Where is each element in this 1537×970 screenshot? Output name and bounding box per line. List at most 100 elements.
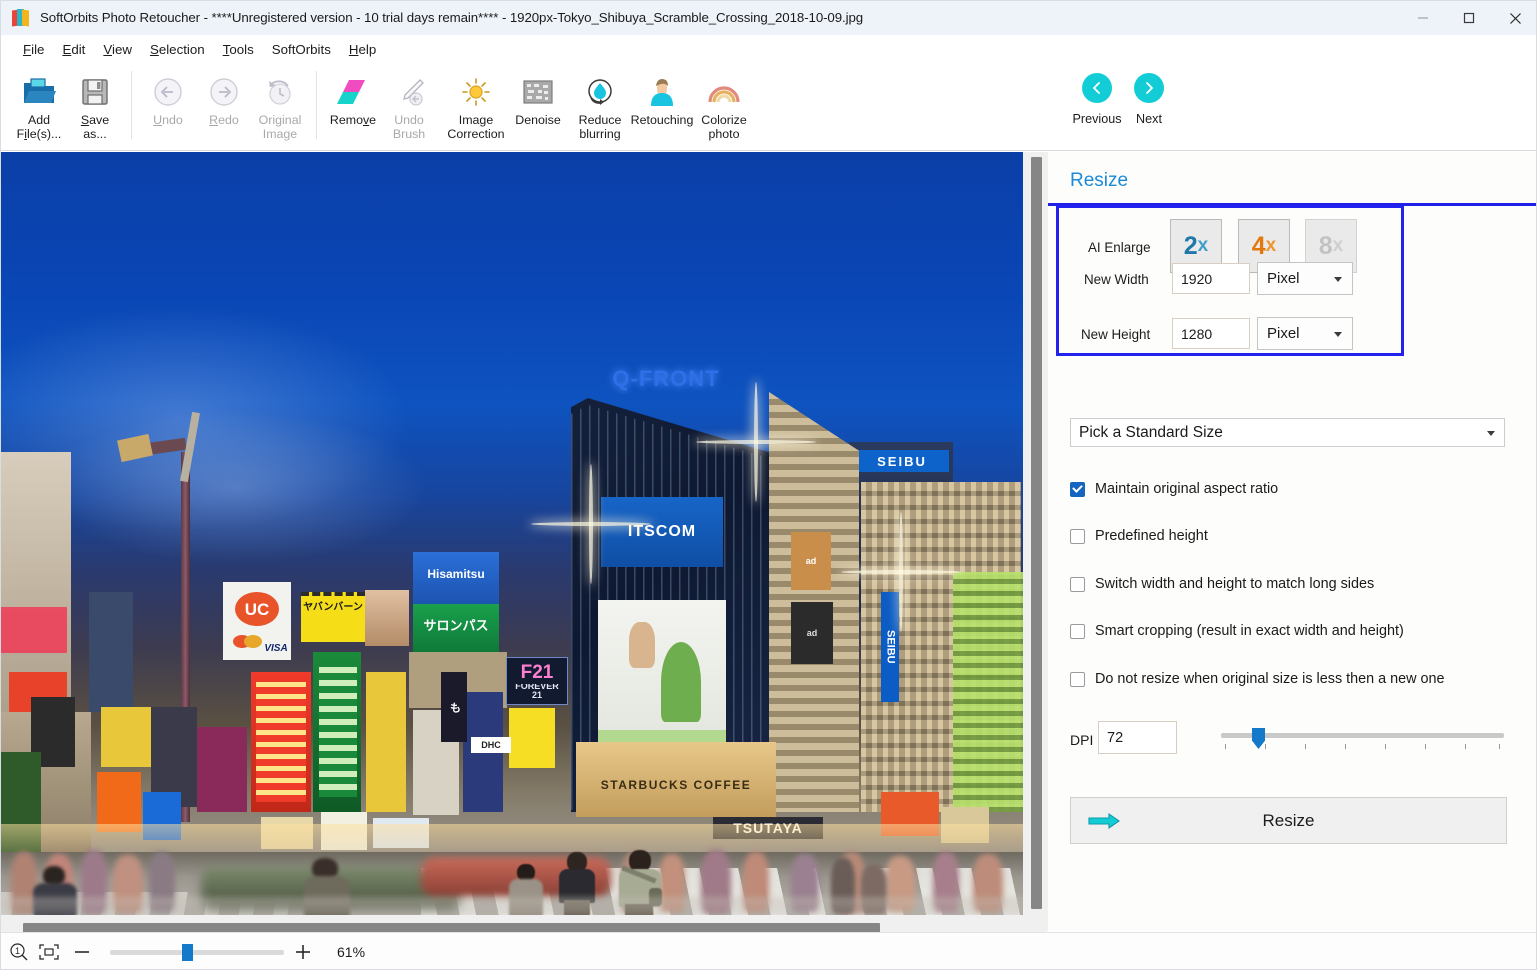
dpi-slider-thumb[interactable] bbox=[1252, 728, 1265, 749]
checkbox-box[interactable] bbox=[1070, 624, 1085, 639]
denoise-button[interactable]: Denoise bbox=[507, 67, 569, 147]
reduce-blurring-button[interactable]: Reduceblurring bbox=[569, 67, 631, 147]
floppy-disk-icon bbox=[80, 72, 110, 112]
redo-button[interactable]: Redo bbox=[196, 67, 252, 147]
clock-history-icon bbox=[264, 72, 296, 112]
zoom-one-to-one-icon[interactable]: 1 bbox=[9, 942, 29, 962]
new-height-label: New Height bbox=[1081, 327, 1150, 342]
zoom-out-icon[interactable] bbox=[73, 945, 91, 959]
navigation-group: Previous Next bbox=[1071, 67, 1175, 149]
denoise-grid-icon bbox=[522, 72, 554, 112]
vertical-scrollbar[interactable] bbox=[1027, 152, 1046, 915]
zoom-slider-thumb[interactable] bbox=[182, 944, 193, 961]
menu-item-softorbits[interactable]: SoftOrbits bbox=[263, 40, 340, 59]
checkbox-maintain-aspect-ratio[interactable]: Maintain original aspect ratio bbox=[1070, 481, 1278, 497]
status-bar: 1 61% bbox=[1, 932, 1537, 970]
image-correction-button[interactable]: ImageCorrection bbox=[445, 67, 507, 147]
next-label: Next bbox=[1136, 112, 1162, 126]
new-width-input[interactable]: 1920 bbox=[1172, 263, 1250, 294]
checkbox-box[interactable] bbox=[1070, 529, 1085, 544]
checkbox-box[interactable] bbox=[1070, 672, 1085, 687]
rainbow-arc-icon bbox=[707, 72, 741, 112]
checkbox-switch-width-height[interactable]: Switch width and height to match long si… bbox=[1070, 576, 1374, 592]
checkbox-do-not-resize[interactable]: Do not resize when original size is less… bbox=[1070, 671, 1445, 687]
next-button[interactable]: Next bbox=[1123, 67, 1175, 147]
close-button[interactable] bbox=[1492, 1, 1537, 35]
zoom-in-icon[interactable] bbox=[294, 943, 312, 961]
undo-brush-button[interactable]: UndoBrush bbox=[381, 67, 437, 147]
original-image-button[interactable]: OriginalImage bbox=[252, 67, 308, 147]
person-portrait-icon bbox=[646, 72, 678, 112]
menu-item-file[interactable]: File bbox=[14, 40, 53, 59]
menu-item-view[interactable]: View bbox=[94, 40, 141, 59]
toolbar-divider-1 bbox=[131, 71, 132, 139]
remove-marker-icon bbox=[336, 72, 370, 112]
chevron-down-icon bbox=[1334, 277, 1342, 282]
retouching-label: Retouching bbox=[631, 113, 694, 127]
arrow-right-icon bbox=[1087, 811, 1121, 836]
new-height-unit-select[interactable]: Pixel bbox=[1257, 317, 1353, 350]
menu-bar: File Edit View Selection Tools SoftOrbit… bbox=[1, 35, 1537, 65]
checkbox-smart-cropping[interactable]: Smart cropping (result in exact width an… bbox=[1070, 623, 1404, 639]
checkbox-label: Predefined height bbox=[1095, 528, 1208, 544]
panel-title: Resize bbox=[1070, 170, 1128, 192]
minimize-button[interactable] bbox=[1400, 1, 1446, 35]
save-as-label: Saveas... bbox=[81, 113, 109, 141]
checkbox-box[interactable] bbox=[1070, 482, 1085, 497]
menu-item-edit[interactable]: Edit bbox=[53, 40, 94, 59]
resize-button-label: Resize bbox=[1263, 811, 1315, 831]
toolbar: AddFile(s)... Saveas... bbox=[1, 65, 1537, 151]
menu-item-tools[interactable]: Tools bbox=[214, 40, 263, 59]
standard-size-select[interactable]: Pick a Standard Size bbox=[1070, 418, 1505, 447]
maximize-button[interactable] bbox=[1446, 1, 1492, 35]
resize-button[interactable]: Resize bbox=[1070, 797, 1507, 844]
add-files-button[interactable]: AddFile(s)... bbox=[11, 67, 67, 147]
dpi-input[interactable]: 72 bbox=[1098, 721, 1177, 754]
undo-arrow-icon bbox=[152, 72, 184, 112]
previous-button[interactable]: Previous bbox=[1071, 67, 1123, 147]
zoom-toolbar: 1 61% bbox=[1, 942, 365, 962]
redo-label: Redo bbox=[209, 113, 239, 127]
title-bar: SoftOrbits Photo Retoucher - ****Unregis… bbox=[1, 1, 1537, 35]
new-width-unit-value: Pixel bbox=[1267, 270, 1300, 287]
fit-to-screen-icon[interactable] bbox=[38, 943, 60, 961]
checkbox-box[interactable] bbox=[1070, 577, 1085, 592]
photo-shibuya-crossing: SEIBU SEIBU Q-FRONT ITSCOM ad ad bbox=[1, 152, 1023, 915]
colorize-photo-label: Colorizephoto bbox=[701, 113, 746, 141]
checkbox-label: Switch width and height to match long si… bbox=[1095, 576, 1374, 592]
undo-label: Undo bbox=[153, 113, 183, 127]
folder-open-icon bbox=[22, 72, 56, 112]
menu-item-selection[interactable]: Selection bbox=[141, 40, 214, 59]
vertical-scrollbar-thumb[interactable] bbox=[1031, 157, 1042, 909]
denoise-label: Denoise bbox=[515, 113, 560, 127]
chevron-down-icon bbox=[1487, 431, 1495, 436]
svg-text:1: 1 bbox=[15, 946, 20, 956]
previous-label: Previous bbox=[1073, 112, 1122, 126]
redo-arrow-icon bbox=[208, 72, 240, 112]
remove-button[interactable]: Remove bbox=[325, 67, 381, 147]
zoom-slider-track[interactable] bbox=[110, 950, 284, 955]
undo-button[interactable]: Undo bbox=[140, 67, 196, 147]
original-image-label: OriginalImage bbox=[259, 113, 302, 141]
save-as-button[interactable]: Saveas... bbox=[67, 67, 123, 147]
new-width-unit-select[interactable]: Pixel bbox=[1257, 262, 1353, 295]
image-canvas[interactable]: SEIBU SEIBU Q-FRONT ITSCOM ad ad bbox=[1, 152, 1048, 931]
new-width-label: New Width bbox=[1084, 272, 1149, 287]
colorize-photo-button[interactable]: Colorizephoto bbox=[693, 67, 755, 147]
new-height-input[interactable]: 1280 bbox=[1172, 318, 1250, 349]
water-drop-icon bbox=[584, 72, 616, 112]
chevron-down-icon bbox=[1334, 332, 1342, 337]
checkbox-label: Maintain original aspect ratio bbox=[1095, 481, 1278, 497]
menu-item-help[interactable]: Help bbox=[340, 40, 385, 59]
new-height-unit-value: Pixel bbox=[1267, 325, 1300, 342]
retouching-button[interactable]: Retouching bbox=[631, 67, 693, 147]
image-correction-label: ImageCorrection bbox=[447, 113, 504, 141]
previous-icon bbox=[1082, 73, 1112, 103]
application-window: SoftOrbits Photo Retoucher - ****Unregis… bbox=[0, 0, 1537, 970]
dpi-slider[interactable] bbox=[1221, 728, 1504, 758]
undo-brush-label: UndoBrush bbox=[393, 113, 425, 141]
toolbar-divider-2 bbox=[316, 71, 317, 139]
window-title: SoftOrbits Photo Retoucher - ****Unregis… bbox=[40, 10, 863, 25]
checkbox-predefined-height[interactable]: Predefined height bbox=[1070, 528, 1208, 544]
zoom-slider[interactable] bbox=[110, 943, 284, 961]
